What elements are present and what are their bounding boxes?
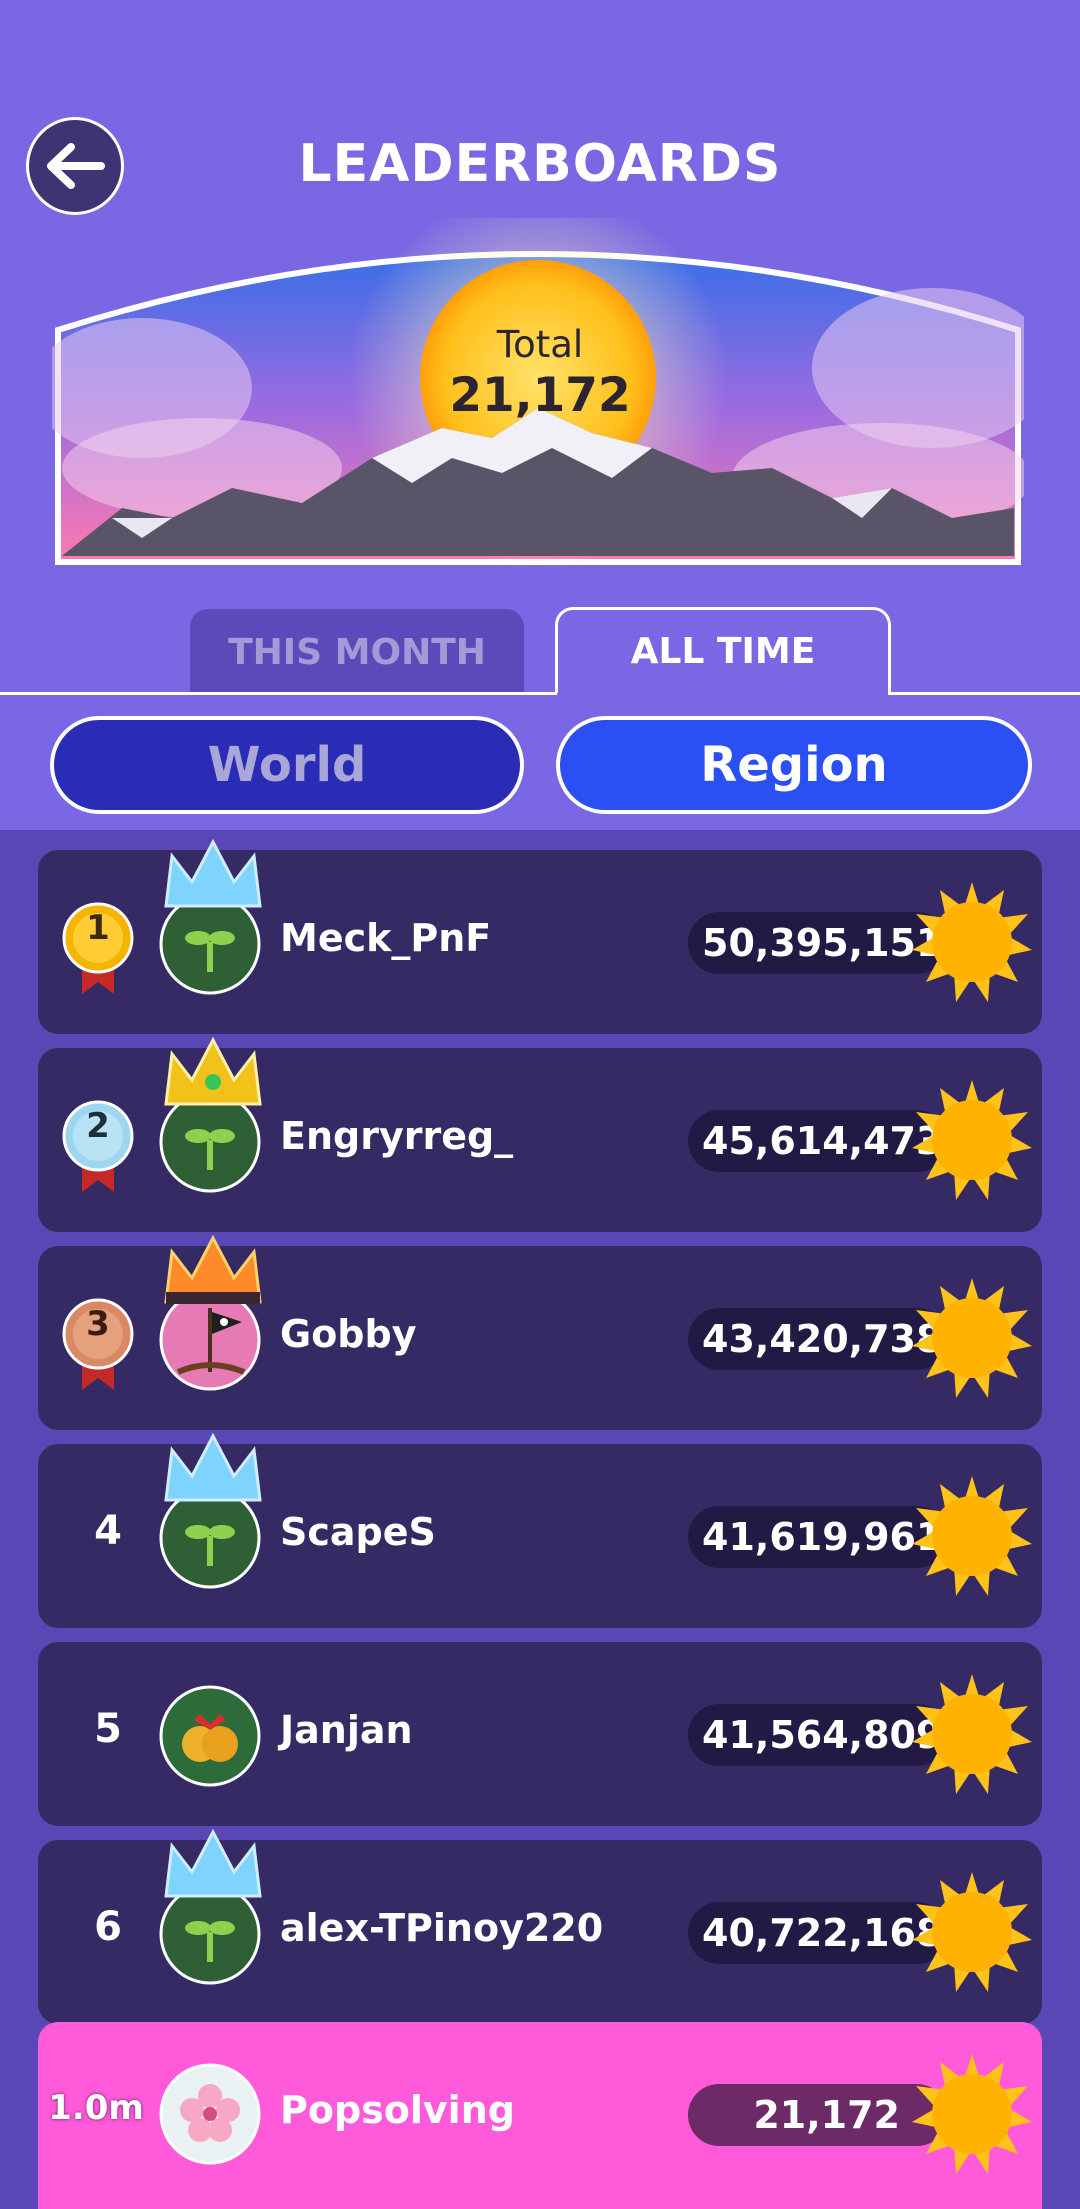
rank-number: 2 xyxy=(86,1106,110,1146)
leaderboard-row[interactable]: 6 alex-TPinoy220 40,722,168 xyxy=(38,1828,1042,2024)
tab-all-time[interactable]: ALL TIME xyxy=(555,607,891,693)
player-name: Meck_PnF xyxy=(280,916,492,960)
total-label: Total xyxy=(496,323,584,366)
ice-crown-icon xyxy=(164,1828,262,1898)
player-name: Gobby xyxy=(280,1312,417,1356)
total-value: 21,172 xyxy=(449,368,631,423)
sun-icon xyxy=(912,1476,1032,1596)
leaderboard-row[interactable]: 5 Janjan 41,564,809 xyxy=(38,1642,1042,1826)
rank-number: 1 xyxy=(86,908,110,948)
score-pill: 43,420,738 xyxy=(688,1308,948,1370)
score-pill: 40,722,168 xyxy=(688,1902,948,1964)
score-pill: 21,172 xyxy=(688,2084,948,2146)
total-score: Total 21,172 xyxy=(425,322,655,424)
bell-avatar-icon xyxy=(159,1685,261,1787)
rank-number: 6 xyxy=(94,1904,122,1950)
rank-number: 1.0m xyxy=(48,2088,144,2128)
fire-crown-icon xyxy=(164,1234,262,1304)
rank-number: 3 xyxy=(86,1304,110,1344)
world-button[interactable]: World xyxy=(50,716,524,814)
sun-icon xyxy=(912,882,1032,1002)
leaderboard-row[interactable]: 4 ScapeS 41,619,961 xyxy=(38,1432,1042,1628)
score-pill: 45,614,473 xyxy=(688,1110,948,1172)
player-name: Engryrreg_ xyxy=(280,1114,514,1158)
rank-number: 4 xyxy=(94,1508,122,1554)
player-name: alex-TPinoy220 xyxy=(280,1906,604,1950)
sun-icon xyxy=(912,2054,1032,2174)
score-pill: 41,564,809 xyxy=(688,1704,948,1766)
player-name: ScapeS xyxy=(280,1510,436,1554)
cherry-blossom-avatar-icon xyxy=(159,2063,261,2165)
player-name: Janjan xyxy=(280,1708,413,1752)
gold-crown-icon xyxy=(164,1036,262,1106)
sun-icon xyxy=(912,1278,1032,1398)
score-pill: 50,395,151 xyxy=(688,912,948,974)
tab-this-month[interactable]: THIS MONTH xyxy=(190,609,524,695)
tab-divider xyxy=(0,692,557,695)
leaderboard-row[interactable]: 1 Meck_PnF 50,395,151 xyxy=(38,838,1042,1034)
player-name: Popsolving xyxy=(280,2088,515,2132)
current-user-row[interactable]: 1.0m Popsolving 21,172 xyxy=(38,2022,1042,2209)
tab-divider xyxy=(888,692,1080,695)
leaderboard-row[interactable]: 3 Gobby 43,420,738 xyxy=(38,1234,1042,1430)
rank-number: 5 xyxy=(94,1706,122,1752)
ice-crown-icon xyxy=(164,838,262,908)
sun-icon xyxy=(912,1872,1032,1992)
ice-crown-icon xyxy=(164,1432,262,1502)
region-button[interactable]: Region xyxy=(556,716,1032,814)
header: LEADERBOARDS Total 21,172 THIS MONTH ALL… xyxy=(0,0,1080,830)
leaderboard-row[interactable]: 2 Engryrreg_ 45,614,473 xyxy=(38,1036,1042,1232)
page-title: LEADERBOARDS xyxy=(298,134,782,194)
score-pill: 41,619,961 xyxy=(688,1506,948,1568)
sun-icon xyxy=(912,1674,1032,1794)
sun-icon xyxy=(912,1080,1032,1200)
